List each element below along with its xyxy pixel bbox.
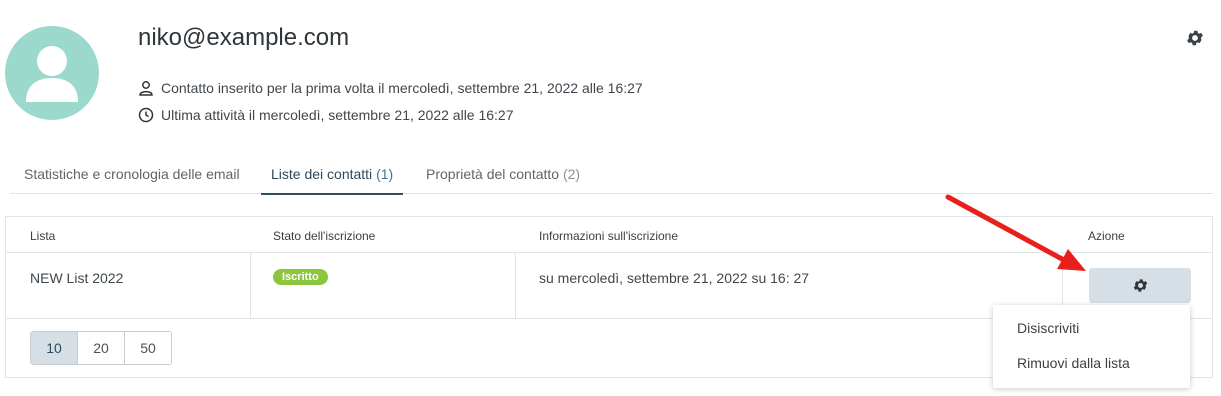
last-activity-text: Ultima attività il mercoledì, settembre … <box>161 107 514 123</box>
column-divider <box>515 253 516 318</box>
list-name: NEW List 2022 <box>30 270 124 286</box>
action-settings-button[interactable] <box>1089 268 1191 303</box>
page-size-selector: 10 20 50 <box>30 331 172 365</box>
page-size-50[interactable]: 50 <box>125 332 171 364</box>
tab-label: Statistiche e cronologia delle email <box>24 166 240 182</box>
column-header-status: Stato dell'iscrizione <box>273 229 376 243</box>
gear-icon <box>1133 279 1147 292</box>
person-icon <box>139 81 153 96</box>
status-badge: Iscritto <box>273 269 328 285</box>
page-size-20[interactable]: 20 <box>78 332 125 364</box>
column-header-list: Lista <box>30 229 56 243</box>
user-avatar-icon <box>26 46 78 102</box>
contact-email: niko@example.com <box>138 24 350 51</box>
tab-contact-properties[interactable]: Proprietà del contatto (2) <box>426 166 580 193</box>
action-dropdown-menu: Disiscriviti Rimuovi dalla lista <box>993 305 1190 388</box>
menu-item-unsubscribe[interactable]: Disiscriviti <box>1017 320 1079 336</box>
page-size-10[interactable]: 10 <box>31 332 78 364</box>
gear-icon[interactable] <box>1185 28 1205 48</box>
tab-label: Proprietà del contatto <box>426 166 560 182</box>
tab-count: (2) <box>562 166 581 182</box>
column-header-info: Informazioni sull'iscrizione <box>539 229 679 243</box>
column-divider <box>250 253 251 318</box>
menu-item-remove-from-list[interactable]: Rimuovi dalla lista <box>1017 355 1130 371</box>
first-added-line: Contatto inserito per la prima volta il … <box>138 80 643 96</box>
header-divider <box>6 252 1212 253</box>
last-activity-line: Ultima attività il mercoledì, settembre … <box>138 107 514 123</box>
column-header-action: Azione <box>1088 229 1125 243</box>
subscription-info: su mercoledì, settembre 21, 2022 su 16: … <box>539 270 810 286</box>
tab-contact-lists[interactable]: Liste dei contatti (1) <box>261 166 404 195</box>
clock-icon <box>138 107 154 123</box>
tab-count: (1) <box>376 166 394 182</box>
tab-email-stats[interactable]: Statistiche e cronologia delle email <box>24 166 240 193</box>
first-added-text: Contatto inserito per la prima volta il … <box>161 80 643 96</box>
tab-label: Liste dei contatti <box>271 166 373 182</box>
avatar <box>5 26 99 120</box>
tab-bar: Statistiche e cronologia delle email Lis… <box>10 160 1213 195</box>
